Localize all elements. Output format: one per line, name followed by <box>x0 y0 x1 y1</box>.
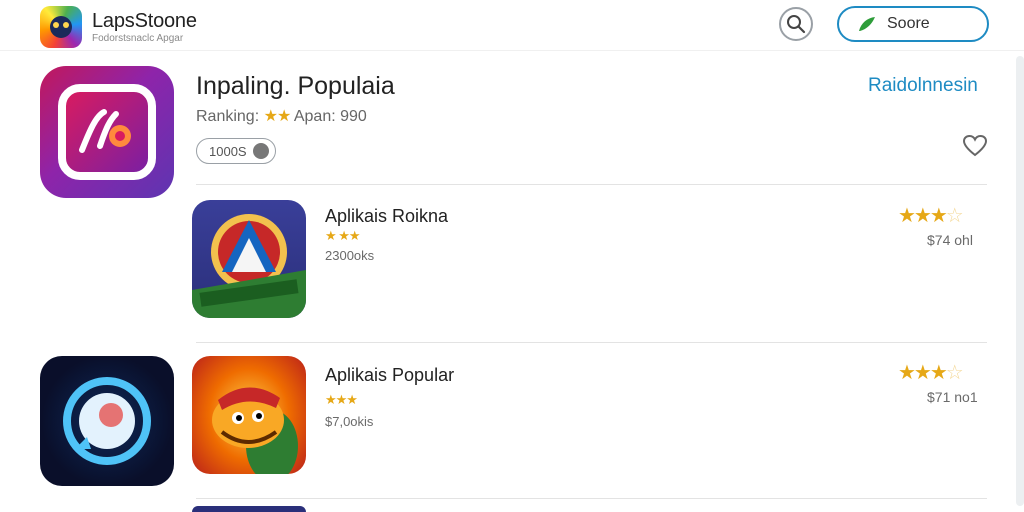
music-note-icon <box>79 109 131 153</box>
app-store-logo-icon[interactable] <box>40 6 82 48</box>
header-divider <box>0 50 1024 51</box>
see-all-link[interactable]: Raidolnnesin <box>868 75 978 97</box>
ranking-label: Ranking: <box>196 108 260 125</box>
app-rating: ★★★☆ <box>898 203 964 228</box>
search-icon <box>787 15 806 34</box>
leaf-icon <box>859 17 875 31</box>
search-button[interactable] <box>779 7 813 41</box>
chat-bubble-icon <box>63 377 151 465</box>
rating-empty: ☆ <box>945 205 964 227</box>
app-rating: ★★★☆ <box>898 360 964 385</box>
app-name[interactable]: Aplikais Popular <box>325 365 454 386</box>
price-chip[interactable]: 1000S <box>196 138 276 164</box>
featured-app-icon[interactable] <box>40 66 174 198</box>
brand-subtitle: Fodorstsnaclc Apgar <box>92 33 184 44</box>
featured-title: Inpaling. Populaia <box>196 72 395 100</box>
app-icon-roikna[interactable] <box>192 200 306 318</box>
globe-icon <box>252 143 269 159</box>
scrollbar[interactable] <box>1016 56 1024 506</box>
app-stars: ★ ★★ <box>325 228 361 243</box>
brand-title: LapsStoone <box>92 10 197 32</box>
store-button[interactable]: Soore <box>837 6 989 42</box>
list-divider <box>196 184 987 185</box>
featured-ranking: Ranking: ★★ Apan: 990 <box>196 106 367 126</box>
price-chip-label: 1000S <box>209 143 247 159</box>
app-downloads: 2300oks <box>325 248 375 263</box>
ranking-value: Apan: 990 <box>293 108 367 125</box>
heart-icon[interactable] <box>962 134 988 163</box>
rating-empty: ☆ <box>945 362 964 384</box>
app-icon-next[interactable] <box>192 506 306 512</box>
app-price-label: $7,0okis <box>325 414 374 429</box>
store-button-label: Soore <box>887 15 930 32</box>
app-name[interactable]: Aplikais Roikna <box>325 206 448 227</box>
chat-app-icon[interactable] <box>40 356 174 486</box>
list-divider <box>196 342 987 343</box>
rating-filled: ★★★ <box>898 362 948 384</box>
ranking-stars: ★★ <box>263 108 292 125</box>
app-icon-popular[interactable] <box>192 356 306 474</box>
app-price: $71 no1 <box>927 389 978 405</box>
app-price: $74 ohl <box>927 232 973 248</box>
app-stars: ★★★ <box>325 392 358 407</box>
rating-filled: ★★★ <box>898 205 948 227</box>
list-divider <box>196 498 987 499</box>
